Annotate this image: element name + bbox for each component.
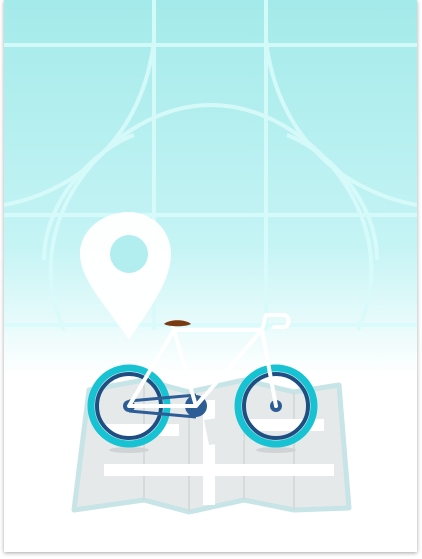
wheel-shadow	[109, 447, 149, 453]
bike-map-illustration	[4, 0, 417, 552]
wheel-shadow	[256, 447, 296, 453]
illustration-card	[4, 0, 417, 552]
